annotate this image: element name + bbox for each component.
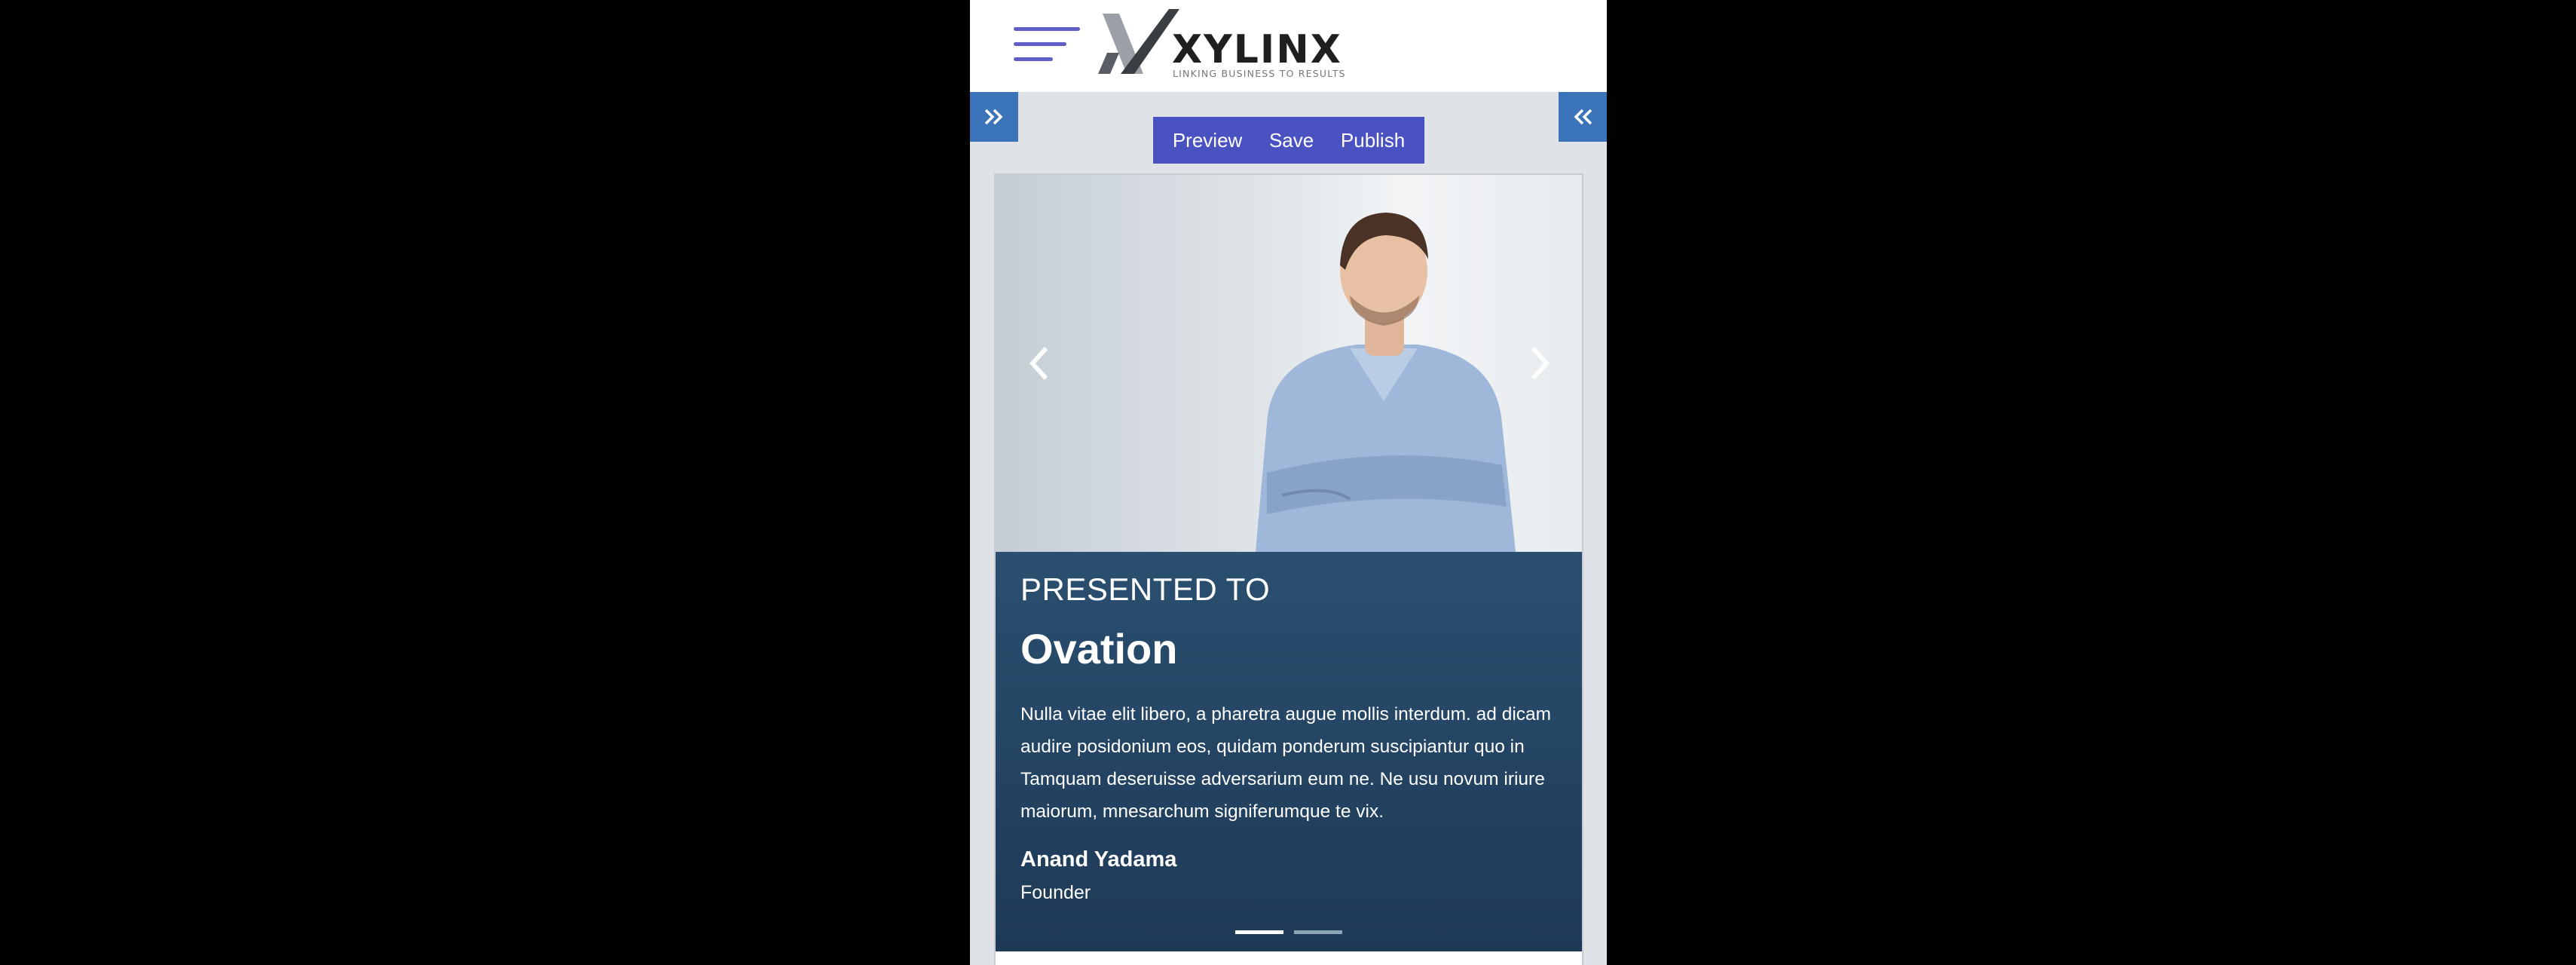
slide-title: Ovation <box>1020 625 1178 672</box>
brand-logo[interactable]: XYLINX LINKING BUSINESS TO RESULTS <box>1097 8 1345 79</box>
brand-name: XYLINX <box>1172 27 1342 72</box>
carousel-indicator-2[interactable] <box>1294 930 1342 934</box>
publish-button[interactable]: Publish <box>1338 124 1408 157</box>
chevron-left-icon <box>1029 346 1048 381</box>
x-mark-icon <box>1098 9 1179 74</box>
testimonial-carousel: PRESENTED TO Ovation Nulla vitae elit li… <box>994 173 1583 965</box>
card-footer-edge <box>996 951 1582 965</box>
mobile-viewport: XYLINX LINKING BUSINESS TO RESULTS Previ… <box>970 0 1607 965</box>
slide-author-role: Founder <box>1020 882 1091 903</box>
carousel-next-button[interactable] <box>1519 341 1557 386</box>
carousel-indicator-1[interactable] <box>1235 930 1283 934</box>
hamburger-menu-icon[interactable] <box>1014 27 1081 65</box>
carousel-indicators <box>1235 930 1342 934</box>
collapse-panel-button[interactable] <box>1559 92 1607 142</box>
top-bar: XYLINX LINKING BUSINESS TO RESULTS <box>970 0 1607 92</box>
hero-image <box>996 175 1582 552</box>
slide-eyebrow: PRESENTED TO <box>1020 571 1271 607</box>
chevron-right-icon <box>1531 346 1550 381</box>
slide-caption: PRESENTED TO Ovation Nulla vitae elit li… <box>996 552 1582 951</box>
slide-body: Nulla vitae elit libero, a pharetra augu… <box>1020 704 1552 822</box>
carousel-prev-button[interactable] <box>1022 341 1060 386</box>
expand-panel-button[interactable] <box>970 92 1018 142</box>
editor-toolbar: Preview Save Publish <box>1153 117 1424 164</box>
slide-author: Anand Yadama <box>1020 847 1177 872</box>
portrait-photo <box>1256 213 1516 552</box>
preview-button[interactable]: Preview <box>1170 124 1245 157</box>
brand-tagline: LINKING BUSINESS TO RESULTS <box>1173 68 1346 79</box>
double-chevron-left-icon <box>1574 109 1592 125</box>
double-chevron-right-icon <box>984 109 1003 125</box>
save-button[interactable]: Save <box>1266 124 1317 157</box>
